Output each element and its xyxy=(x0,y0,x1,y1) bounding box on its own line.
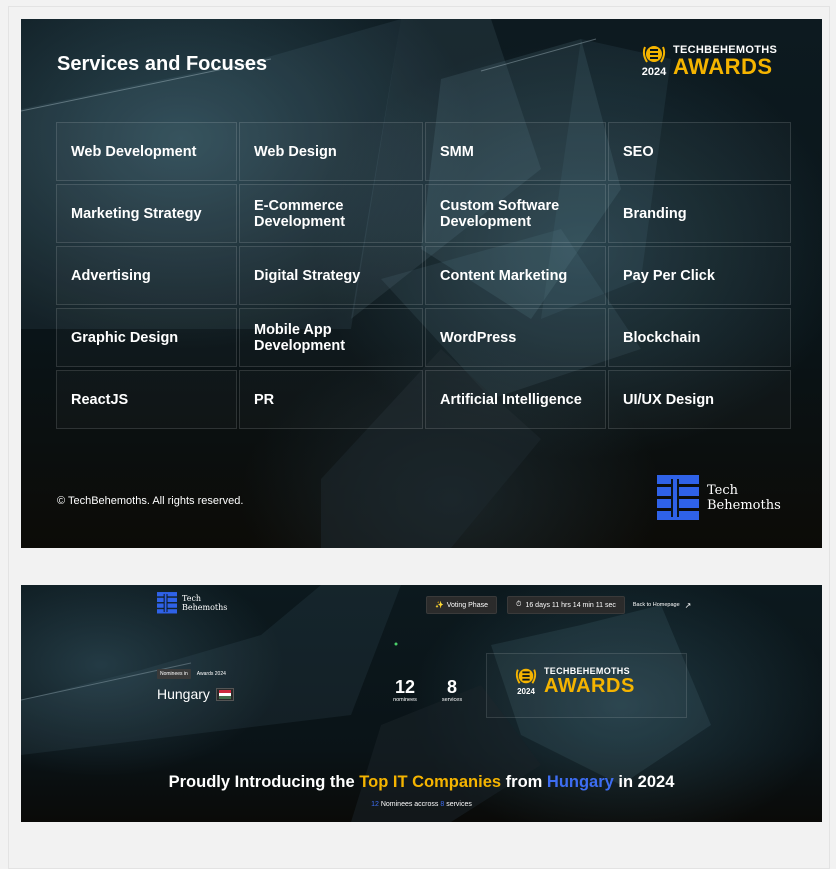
service-cell[interactable]: Web Development xyxy=(56,122,237,181)
service-cell[interactable]: Digital Strategy xyxy=(239,246,423,305)
awards-year: 2024 xyxy=(517,687,535,696)
service-cell[interactable]: Custom Software Development xyxy=(425,184,606,243)
service-cell[interactable]: Marketing Strategy xyxy=(56,184,237,243)
logo-line-1: Tech xyxy=(707,483,739,498)
service-cell[interactable]: Artificial Intelligence xyxy=(425,370,606,429)
service-cell[interactable]: WordPress xyxy=(425,308,606,367)
service-cell[interactable]: Graphic Design xyxy=(56,308,237,367)
headline-highlight-country: Hungary xyxy=(546,773,614,791)
awards-badge: 2024 TECHBEHEMOTHS AWARDS xyxy=(641,43,777,79)
subline-text-1: Nominees accross xyxy=(378,801,441,808)
service-cell[interactable]: Pay Per Click xyxy=(608,246,791,305)
hero-banner: Tech Behemoths ✨ Voting Phase ⏱ 16 days … xyxy=(21,585,822,822)
services-label: services xyxy=(441,697,463,703)
service-cell[interactable]: E-Commerce Development xyxy=(239,184,423,243)
stopwatch-icon: ⏱ xyxy=(515,601,522,608)
service-cell[interactable]: PR xyxy=(239,370,423,429)
services-count: 8 xyxy=(446,677,457,697)
hungary-flag-icon xyxy=(215,687,234,701)
logo-line-2: Behemoths xyxy=(707,498,781,513)
service-cell[interactable]: Blockchain xyxy=(608,308,791,367)
services-card: Services and Focuses 2024 TECHBEHEMOTHS … xyxy=(21,19,822,548)
service-cell[interactable]: UI/UX Design xyxy=(608,370,791,429)
hero-headline: Proudly Introducing the Top IT Companies… xyxy=(21,773,822,792)
nominees-stat: 12 nominees xyxy=(387,677,423,703)
subline-text-2: services xyxy=(444,801,472,808)
service-cell[interactable]: Mobile App Development xyxy=(239,308,423,367)
awards-label: AWARDS xyxy=(544,675,635,697)
headline-part-2: from xyxy=(501,773,547,791)
back-link-label: Back to Homepage xyxy=(632,602,680,608)
nominees-in-tag: Nominees in xyxy=(157,669,191,679)
awards-label: AWARDS xyxy=(673,53,773,79)
services-stat: 8 services xyxy=(439,677,465,703)
country-name: Hungary xyxy=(157,686,210,702)
nominees-label: nominees xyxy=(393,697,417,703)
awards-badge: 2024 TECHBEHEMOTHS AWARDS xyxy=(514,666,635,696)
headline-part-1: Proudly Introducing the xyxy=(168,773,360,791)
awards-box: 2024 TECHBEHEMOTHS AWARDS xyxy=(486,653,687,718)
copyright-text: © TechBehemoths. All rights reserved. xyxy=(57,495,244,507)
service-cell[interactable]: SMM xyxy=(425,122,606,181)
nominees-tags: Nominees in Awards 2024 xyxy=(157,669,226,679)
voting-phase-pill[interactable]: ✨ Voting Phase xyxy=(426,596,497,614)
service-cell[interactable]: Advertising xyxy=(56,246,237,305)
techbehemoths-logo[interactable]: Tech Behemoths xyxy=(657,475,781,521)
service-cell[interactable]: SEO xyxy=(608,122,791,181)
service-cell[interactable]: Content Marketing xyxy=(425,246,606,305)
arrow-up-right-icon: ↗ xyxy=(684,600,692,610)
services-grid: Web Development Web Design SMM SEO Marke… xyxy=(56,122,791,429)
sparkle-icon: ✨ xyxy=(435,602,444,609)
headline-part-3: in 2024 xyxy=(613,773,675,791)
tb-logo-icon xyxy=(157,592,177,614)
laurel-logo-icon xyxy=(515,668,537,684)
awards-year: 2024 xyxy=(641,66,667,78)
hero-subline: 12 Nominees accross 8 services xyxy=(21,801,822,808)
techbehemoths-logo[interactable]: Tech Behemoths xyxy=(157,592,227,614)
voting-phase-label: Voting Phase xyxy=(446,601,488,609)
countdown-text: 16 days 11 hrs 14 min 11 sec xyxy=(525,601,616,609)
logo-line-1: Tech xyxy=(182,594,202,603)
nominees-count: 12 xyxy=(394,677,416,697)
service-cell[interactable]: ReactJS xyxy=(56,370,237,429)
logo-line-2: Behemoths xyxy=(182,603,228,612)
service-cell[interactable]: Web Design xyxy=(239,122,423,181)
country-title: Hungary xyxy=(157,686,234,702)
headline-highlight-top-it: Top IT Companies xyxy=(359,773,502,791)
laurel-logo-icon xyxy=(642,46,666,63)
countdown-pill: ⏱ 16 days 11 hrs 14 min 11 sec xyxy=(506,596,625,614)
tb-logo-icon xyxy=(657,475,699,520)
section-title: Services and Focuses xyxy=(57,53,268,75)
service-cell[interactable]: Branding xyxy=(608,184,791,243)
awards-year-tag: Awards 2024 xyxy=(196,671,226,677)
top-bar: ✨ Voting Phase ⏱ 16 days 11 hrs 14 min 1… xyxy=(426,596,691,614)
back-to-homepage-link[interactable]: Back to Homepage ↗ xyxy=(633,601,691,610)
subline-nominees-count: 12 xyxy=(371,801,379,808)
